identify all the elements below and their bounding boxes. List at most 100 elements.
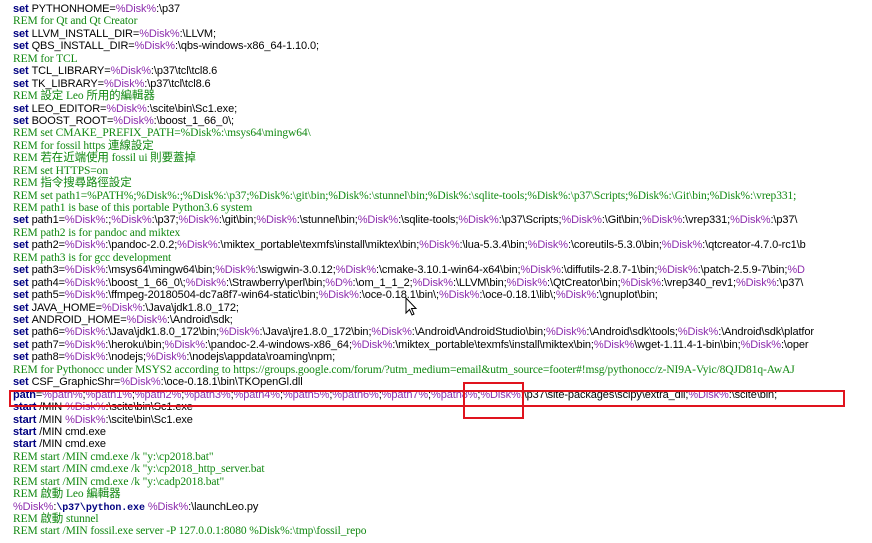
- variable-name: LLVM_INSTALL_DIR=: [31, 27, 140, 40]
- code-line[interactable]: start /MIN %Disk%:\scite\bin\Sc1.exe: [13, 414, 193, 426]
- variable-reference: %Disk%: [730, 214, 771, 227]
- code-line[interactable]: REM for TCL: [13, 53, 78, 65]
- code-text: :\qbs-windows-x86_64-1.10.0;: [174, 40, 319, 53]
- variable-reference: %Disk%: [438, 289, 480, 302]
- code-text: :\pandoc-2.0.2;: [105, 239, 178, 252]
- code-line[interactable]: set LEO_EDITOR=%Disk%:\scite\bin\Sc1.exe…: [13, 103, 237, 115]
- code-line[interactable]: set path7=%Disk%:\heroku\bin;%Disk%:\pan…: [13, 338, 809, 351]
- code-text: :\qtcreator-4.7.0-rc1\b: [702, 239, 806, 252]
- code-line[interactable]: REM for Pythonocc under MSYS2 according …: [13, 364, 795, 376]
- code-line[interactable]: set path1=%Disk%:;%Disk%:\p37;%Disk%:\gi…: [13, 214, 797, 226]
- code-line[interactable]: set CSF_GraphicShr=%Disk%:\oce-0.18.1\bi…: [13, 376, 303, 388]
- variable-reference: %Disk%: [561, 214, 602, 227]
- code-line[interactable]: set path6=%Disk%:\Java\jdk1.8.0_172\bin;…: [13, 326, 814, 338]
- variable-reference: %Disk%: [139, 27, 180, 40]
- code-text: :\ffmpeg-20180504-dc7a8f7-win64-static\b…: [105, 289, 319, 302]
- set-keyword: set: [13, 27, 32, 40]
- code-line[interactable]: set path5=%Disk%:\ffmpeg-20180504-dc7a8f…: [13, 289, 658, 301]
- code-line[interactable]: set LLVM_INSTALL_DIR=%Disk%:\LLVM;: [13, 28, 216, 40]
- code-line[interactable]: REM start /MIN cmd.exe /k "y:\cp2018.bat…: [13, 451, 214, 463]
- command-keyword: start: [13, 438, 37, 451]
- variable-name: ANDROID_HOME=: [31, 314, 127, 326]
- variable-reference: %Disk%: [120, 376, 161, 389]
- code-text: :\LLVM;: [179, 27, 216, 40]
- code-line[interactable]: REM 若在近端使用 fossil ui 則要蓋掉: [13, 152, 196, 164]
- variable-reference: %Disk%: [64, 338, 106, 351]
- code-text: :\nodejs\appdata\roaming\npm;: [186, 351, 336, 364]
- variable-name: path3=: [31, 264, 65, 277]
- code-line[interactable]: REM 啟動 stunnel: [13, 513, 99, 525]
- code-line[interactable]: %Disk%:\p37\python.exe %Disk%:\launchLeo…: [13, 500, 259, 514]
- path8-highlight: [463, 382, 524, 419]
- code-line[interactable]: set path2=%Disk%:\pandoc-2.0.2;%Disk%:\m…: [13, 239, 806, 251]
- code-line[interactable]: REM for fossil https 連線設定: [13, 140, 154, 152]
- variable-name: BOOST_ROOT=: [31, 114, 114, 127]
- set-keyword: set: [13, 376, 32, 389]
- code-text: :\scite\bin\Sc1.exe;: [146, 102, 238, 115]
- code-text: :\coreutils-5.3.0\bin;: [568, 239, 662, 252]
- variable-reference: %Disk%: [64, 239, 106, 252]
- variable-name: path4=: [31, 276, 65, 289]
- rem-comment: REM set path1=%PATH%;%Disk%:;%Disk%:\p37…: [13, 189, 797, 202]
- code-line[interactable]: REM set CMAKE_PREFIX_PATH=%Disk%:\msys64…: [13, 127, 311, 139]
- code-text: :\miktex_portable\texmfs\install\miktex\…: [392, 338, 594, 351]
- code-text: :\diffutils-2.8.7-1\bin;: [560, 264, 658, 277]
- variable-reference: %Disk%: [458, 214, 499, 227]
- code-line[interactable]: REM 指令搜尋路徑設定: [13, 177, 132, 189]
- code-line[interactable]: REM path2 is for pandoc and miktex: [13, 227, 180, 239]
- code-text: :\oce-0.18.1\bin\;: [358, 289, 439, 302]
- code-text: :\swigwin-3.0.12;: [255, 264, 336, 277]
- code-line[interactable]: set TCL_LIBRARY=%Disk%:\p37\tcl\tcl8.6: [13, 65, 217, 77]
- code-text: :\Java\jdk1.8.0_172\bin;: [105, 326, 220, 339]
- variable-reference: %Disk%: [641, 214, 683, 227]
- variable-name: JAVA_HOME=: [31, 301, 103, 314]
- code-line[interactable]: REM 設定 Leo 所用的編輯器: [13, 90, 155, 102]
- variable-reference: %Disk%: [545, 326, 587, 339]
- set-keyword: set: [13, 338, 32, 351]
- variable-reference: %Disk%: [64, 326, 106, 339]
- code-line[interactable]: set path3=%Disk%:\msys64\mingw64\bin;%Di…: [13, 264, 805, 276]
- code-text: :\LLVM\bin;: [452, 276, 507, 289]
- variable-reference: %Disk%: [351, 338, 393, 351]
- code-line[interactable]: set BOOST_ROOT=%Disk%:\boost_1_66_0\;: [13, 115, 234, 127]
- code-line[interactable]: set path4=%Disk%:\boost_1_66_0\;%Disk%:\…: [13, 277, 803, 289]
- code-line[interactable]: REM path3 is for gcc development: [13, 252, 171, 264]
- code-text: :\p37\: [770, 214, 798, 227]
- variable-reference: %Disk%: [103, 77, 145, 90]
- code-line[interactable]: set path8=%Disk%:\nodejs;%Disk%:\nodejs\…: [13, 351, 335, 363]
- rem-comment: REM start /MIN cmd.exe /k "y:\cadp2018.b…: [13, 475, 225, 488]
- code-line[interactable]: REM start /MIN cmd.exe /k "y:\cadp2018.b…: [13, 476, 224, 488]
- variable-reference: %Disk%: [134, 40, 175, 53]
- code-line[interactable]: set QBS_INSTALL_DIR=%Disk%:\qbs-windows-…: [13, 40, 319, 52]
- code-text: :\QtCreator\bin;: [547, 276, 621, 289]
- code-line[interactable]: REM path1 is base of this portable Pytho…: [13, 202, 252, 214]
- code-line[interactable]: set PYTHONHOME=%Disk%:\p37: [13, 3, 180, 15]
- variable-reference: %Disk%: [147, 500, 189, 513]
- code-line[interactable]: set JAVA_HOME=%Disk%:\Java\jdk1.8.0_172;: [13, 302, 239, 314]
- code-line[interactable]: REM for Qt and Qt Creator: [13, 15, 137, 27]
- code-line[interactable]: set TK_LIBRARY=%Disk%:\p37\tcl\tcl8.6: [13, 78, 211, 90]
- code-text: :\launchLeo.py: [188, 500, 259, 513]
- rem-comment: REM 啟動 Leo 編輯器: [13, 488, 121, 501]
- code-line[interactable]: REM 啟動 Leo 編輯器: [13, 488, 121, 500]
- code-text: :\gnuplot\bin;: [596, 289, 658, 302]
- variable-name: path6=: [31, 326, 65, 339]
- code-line[interactable]: start /MIN cmd.exe: [13, 438, 106, 450]
- code-text: :\stunnel\bin;: [296, 214, 358, 227]
- code-line[interactable]: start /MIN cmd.exe: [13, 426, 106, 438]
- variable-reference: %Disk%: [256, 214, 297, 227]
- code-text: :\oce-0.18.1\bin\TKOpenGl.dll: [160, 376, 303, 389]
- code-line[interactable]: REM set path1=%PATH%;%Disk%:;%Disk%:\p37…: [13, 190, 796, 202]
- code-editor[interactable]: set PYTHONHOME=%Disk%:\p37 REM for Qt and…: [0, 0, 872, 543]
- code-text: :\git\bin;: [218, 214, 257, 227]
- code-line[interactable]: REM start /MIN fossil.exe server -P 127.…: [13, 525, 367, 538]
- rem-comment: REM 指令搜尋路徑設定: [13, 177, 132, 190]
- code-line[interactable]: REM start /MIN cmd.exe /k "y:\cp2018_htt…: [13, 463, 265, 475]
- code-line[interactable]: REM set HTTPS=on: [13, 165, 108, 177]
- set-keyword: set: [13, 40, 32, 53]
- variable-reference: %Disk%: [506, 276, 548, 289]
- rem-comment: REM start /MIN fossil.exe server -P 127.…: [13, 525, 367, 538]
- code-text: :\oper: [780, 338, 809, 351]
- code-line[interactable]: set ANDROID_HOME=%Disk%:\Android\sdk;: [13, 314, 233, 326]
- set-keyword: set: [13, 351, 32, 364]
